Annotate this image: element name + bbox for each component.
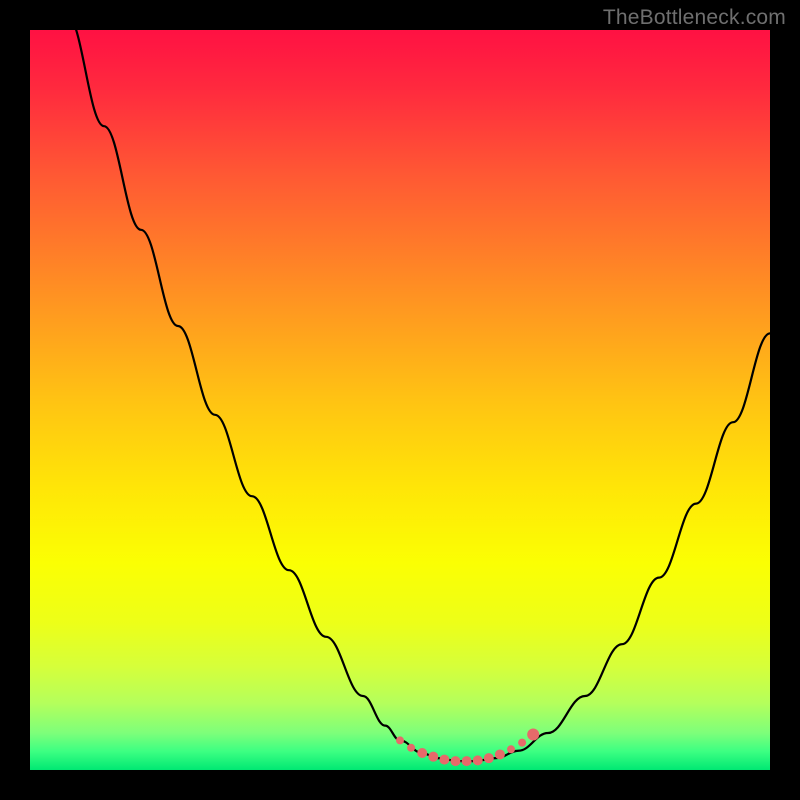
plot-area	[30, 30, 770, 770]
sweet-spot-point	[495, 749, 505, 759]
sweet-spot-point	[439, 755, 449, 765]
sweet-spot-point	[507, 745, 515, 753]
chart-stage: TheBottleneck.com	[0, 0, 800, 800]
sweet-spot-point	[407, 744, 415, 752]
sweet-spot-point	[473, 755, 483, 765]
sweet-spot-point	[451, 756, 461, 766]
chart-svg	[30, 30, 770, 770]
watermark-text: TheBottleneck.com	[603, 6, 786, 30]
sweet-spot-point	[462, 756, 472, 766]
sweet-spot-point	[518, 739, 526, 747]
sweet-spot-point	[396, 736, 404, 744]
sweet-spot-point	[527, 728, 539, 740]
sweet-spot-point	[484, 753, 494, 763]
sweet-spot-point	[428, 752, 438, 762]
gradient-background	[30, 30, 770, 770]
sweet-spot-point	[417, 748, 427, 758]
